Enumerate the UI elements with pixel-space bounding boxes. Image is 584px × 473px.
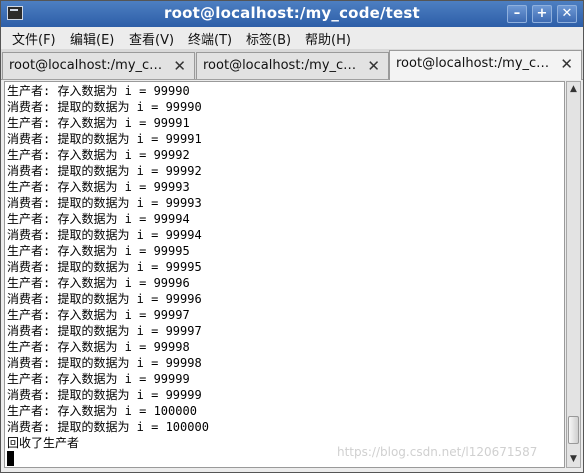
terminal-line: 消费者: 提取的数据为 i = 99994 [7, 228, 202, 242]
title-bar[interactable]: root@localhost:/my_code/test – + ✕ [1, 1, 583, 27]
text-cursor [7, 451, 14, 466]
terminal-line: 生产者: 存入数据为 i = 99998 [7, 340, 190, 354]
tab-label: root@localhost:/my_c… [9, 58, 163, 73]
tab-terminal-2[interactable]: root@localhost:/my_c… ✕ [196, 52, 389, 79]
menu-file[interactable]: 文件(F) [12, 29, 56, 48]
terminal-line: 消费者: 提取的数据为 i = 99990 [7, 100, 202, 114]
terminal-line: 生产者: 存入数据为 i = 99992 [7, 148, 190, 162]
minimize-button[interactable]: – [507, 5, 527, 23]
terminal-line: 生产者: 存入数据为 i = 99999 [7, 372, 190, 386]
terminal-line: 生产者: 存入数据为 i = 99991 [7, 116, 190, 130]
terminal-line: 生产者: 存入数据为 i = 99995 [7, 244, 190, 258]
menu-help[interactable]: 帮助(H) [305, 29, 351, 48]
tab-close-icon[interactable]: ✕ [560, 55, 573, 73]
terminal-line: 生产者: 存入数据为 i = 99997 [7, 308, 190, 322]
terminal-line: 回收了生产者 [7, 436, 80, 450]
terminal-line: 消费者: 提取的数据为 i = 99997 [7, 324, 202, 338]
scroll-up-icon[interactable]: ▲ [568, 83, 579, 96]
tab-terminal-1[interactable]: root@localhost:/my_c… ✕ [2, 52, 195, 79]
watermark: https://blog.csdn.net/l120671587 [337, 445, 538, 459]
terminal-line: 消费者: 提取的数据为 i = 99998 [7, 356, 202, 370]
menu-tabs[interactable]: 标签(B) [246, 29, 291, 48]
scrollbar-thumb[interactable] [568, 416, 579, 444]
vertical-scrollbar[interactable]: ▲ ▼ [566, 81, 581, 468]
terminal-window: root@localhost:/my_code/test – + ✕ 文件(F)… [0, 0, 584, 473]
terminal-line: 消费者: 提取的数据为 i = 99992 [7, 164, 202, 178]
terminal-line: 消费者: 提取的数据为 i = 100000 [7, 420, 209, 434]
terminal-line: 消费者: 提取的数据为 i = 99993 [7, 196, 202, 210]
close-button[interactable]: ✕ [557, 5, 577, 23]
tab-terminal-3-active[interactable]: root@localhost:/my_c… ✕ [389, 50, 582, 80]
close-icon: ✕ [561, 6, 573, 21]
terminal-line: 生产者: 存入数据为 i = 99994 [7, 212, 190, 226]
terminal-line: 消费者: 提取的数据为 i = 99999 [7, 388, 202, 402]
terminal-line: 消费者: 提取的数据为 i = 99995 [7, 260, 202, 274]
terminal-line: 消费者: 提取的数据为 i = 99991 [7, 132, 202, 146]
terminal-line: 消费者: 提取的数据为 i = 99996 [7, 292, 202, 306]
terminal-line: 生产者: 存入数据为 i = 99990 [7, 84, 190, 98]
terminal-line: 生产者: 存入数据为 i = 99993 [7, 180, 190, 194]
menu-edit[interactable]: 编辑(E) [70, 29, 114, 48]
tab-label: root@localhost:/my_c… [203, 58, 357, 73]
menu-terminal[interactable]: 终端(T) [188, 29, 232, 48]
menu-view[interactable]: 查看(V) [129, 29, 174, 48]
menu-bar: 文件(F) 编辑(E) 查看(V) 终端(T) 标签(B) 帮助(H) [1, 27, 583, 49]
terminal-line: 生产者: 存入数据为 i = 100000 [7, 404, 197, 418]
tab-bar: root@localhost:/my_c… ✕ root@localhost:/… [1, 49, 583, 80]
tab-close-icon[interactable]: ✕ [367, 57, 380, 75]
tab-label: root@localhost:/my_c… [396, 56, 550, 71]
scroll-down-icon[interactable]: ▼ [568, 453, 579, 466]
window-title: root@localhost:/my_code/test [164, 4, 420, 22]
terminal-output[interactable]: 生产者: 存入数据为 i = 99990 消费者: 提取的数据为 i = 9999… [4, 81, 565, 468]
minimize-icon: – [513, 6, 521, 21]
terminal-line: 生产者: 存入数据为 i = 99996 [7, 276, 190, 290]
tab-close-icon[interactable]: ✕ [173, 57, 186, 75]
maximize-icon: + [536, 6, 548, 21]
maximize-button[interactable]: + [532, 5, 552, 23]
